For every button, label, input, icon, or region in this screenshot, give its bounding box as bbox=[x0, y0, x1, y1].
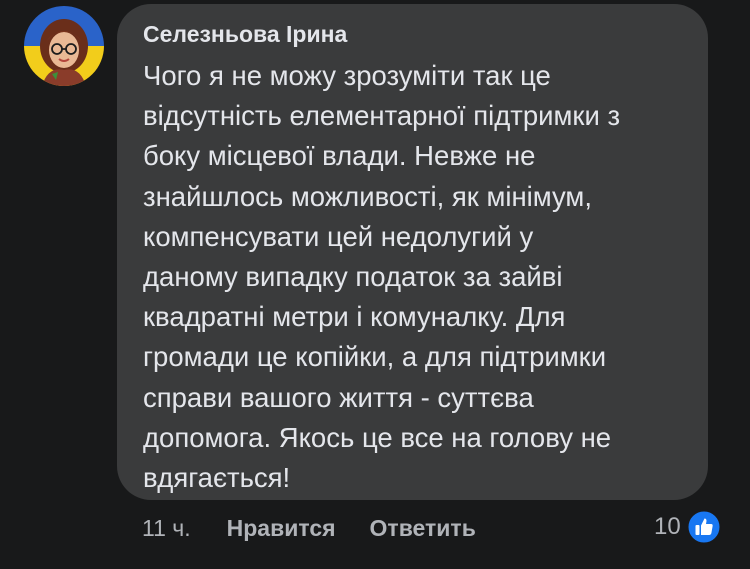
reaction-count: 10 bbox=[654, 513, 681, 540]
like-icon bbox=[686, 509, 722, 545]
avatar[interactable] bbox=[24, 6, 104, 86]
reply-button[interactable]: Ответить bbox=[370, 515, 476, 542]
comment-actions: 11 ч. Нравится Ответить bbox=[142, 512, 476, 544]
like-button[interactable]: Нравится bbox=[227, 515, 336, 542]
comment-author[interactable]: Селезньова Ірина bbox=[143, 20, 686, 48]
reaction-summary[interactable]: 10 bbox=[654, 508, 722, 546]
comment-bubble: Селезньова Ірина Чого я не можу зрозуміт… bbox=[117, 4, 708, 500]
comment-text: Чого я не можу зрозуміти так це відсутні… bbox=[143, 60, 621, 494]
avatar-image bbox=[24, 6, 104, 86]
comment-timestamp[interactable]: 11 ч. bbox=[142, 515, 191, 542]
